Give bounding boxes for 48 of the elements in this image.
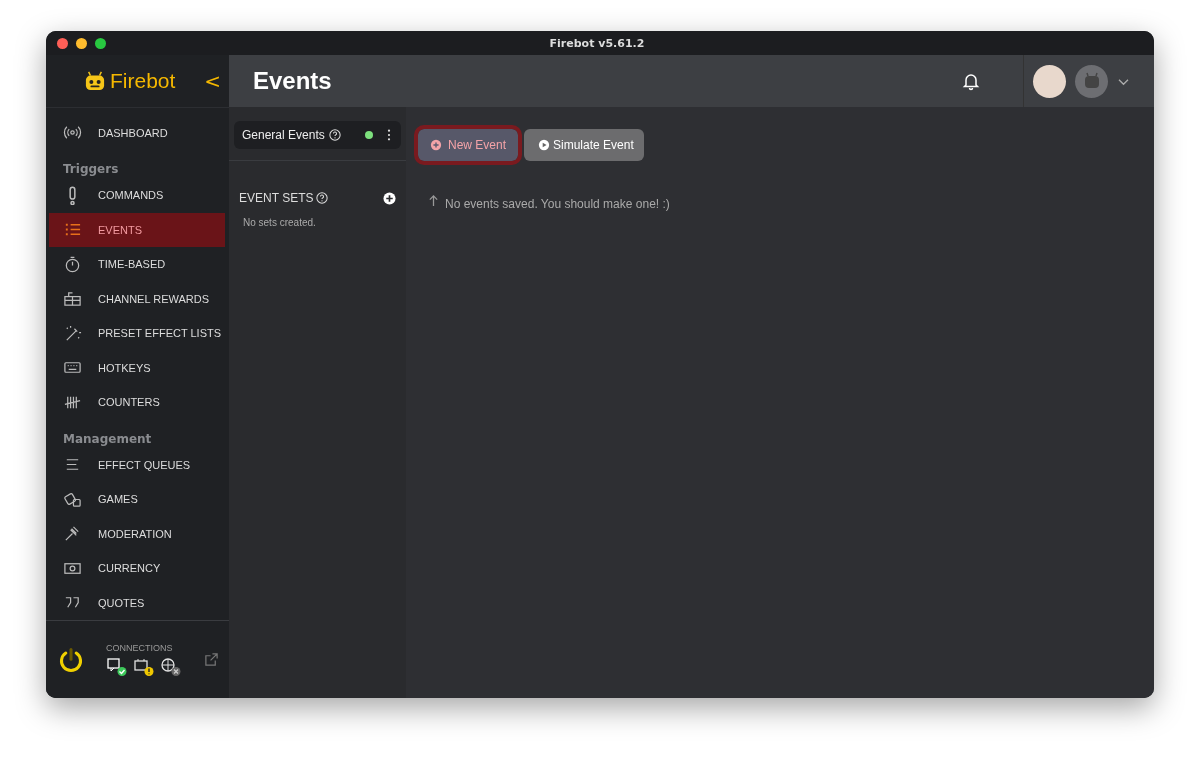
zoom-button[interactable] — [95, 37, 106, 49]
play-circle-icon — [538, 139, 551, 151]
section-heading: Management — [62, 430, 153, 448]
empty-events-text: No events saved. You should make one! :) — [445, 197, 670, 211]
close-button[interactable] — [57, 37, 68, 49]
nav-item[interactable]: MODERATION — [49, 516, 225, 551]
nav-item[interactable]: HOTKEYS — [49, 350, 225, 385]
help-icon[interactable] — [316, 192, 329, 204]
gift-icon — [63, 289, 82, 309]
nav-item[interactable]: CURRENCY — [49, 551, 225, 586]
nav-item[interactable]: PRESET EFFECT LISTS — [49, 316, 225, 351]
chevron-down-icon[interactable] — [1117, 76, 1130, 86]
connections-label: CONNECTIONS — [106, 642, 174, 653]
calendar-icon[interactable] — [133, 656, 155, 677]
collapse-sidebar-button[interactable]: < — [204, 68, 221, 93]
plus-circle-icon — [430, 139, 442, 151]
notification-bell-icon[interactable] — [961, 71, 981, 91]
window-title: Firebot v5.61.2 — [548, 36, 646, 50]
nav-item[interactable]: QUOTES — [49, 585, 225, 620]
app-logo-text: Firebot — [110, 68, 176, 93]
globe-icon[interactable] — [160, 656, 182, 677]
general-events-label: General Events — [242, 128, 325, 142]
empty-sets-text: No sets created. — [242, 216, 317, 228]
nav-item[interactable]: DASHBOARD — [49, 115, 225, 150]
minimize-button[interactable] — [76, 37, 87, 49]
nav-item[interactable]: CHANNEL REWARDS — [49, 281, 225, 316]
section-heading: Triggers — [62, 161, 120, 178]
help-icon[interactable] — [328, 129, 341, 141]
nav-item[interactable]: COUNTERS — [49, 385, 225, 420]
nav-item[interactable]: COMMANDS — [49, 178, 225, 213]
event-sets-heading: EVENT SETS — [239, 191, 314, 205]
robot-logo-icon — [84, 70, 106, 91]
user-avatar[interactable] — [1033, 64, 1066, 98]
external-link-icon[interactable] — [204, 652, 219, 667]
general-events-item[interactable]: General Events — [234, 121, 401, 149]
stopwatch-icon — [63, 254, 82, 274]
nav-item[interactable]: GAMES — [49, 482, 225, 517]
up-arrow-icon — [428, 193, 439, 207]
page-title: Events — [253, 67, 332, 95]
nav-item[interactable]: TIME-BASED — [49, 247, 225, 282]
more-options-icon[interactable] — [387, 129, 391, 141]
chat-bubble-icon[interactable] — [106, 656, 128, 677]
nav-item[interactable]: EVENTS — [49, 212, 225, 247]
exclamation-icon — [69, 185, 76, 205]
power-icon[interactable] — [58, 646, 84, 673]
add-set-icon[interactable] — [383, 191, 396, 205]
simulate-event-button[interactable]: Simulate Event — [524, 129, 644, 161]
nav-item[interactable]: EFFECT QUEUES — [49, 447, 225, 482]
